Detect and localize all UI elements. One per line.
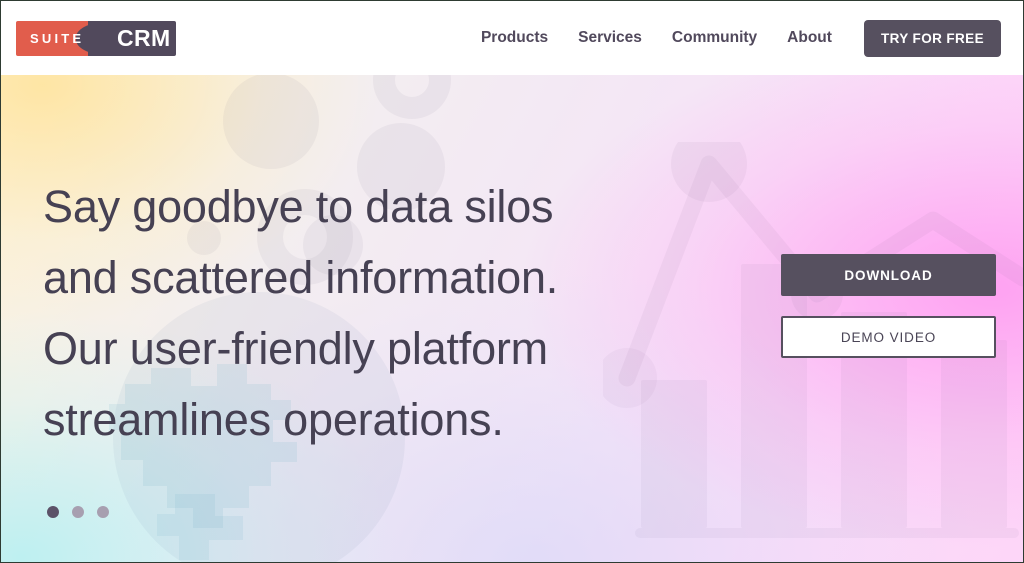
carousel-dot-2[interactable] [72, 506, 84, 518]
nav-item-products[interactable]: Products [481, 29, 548, 47]
logo-crm-text: CRM [117, 25, 171, 51]
main-navigation: Products Services Community About TRY FO… [481, 1, 1001, 75]
nav-item-about[interactable]: About [787, 29, 832, 47]
hero-action-buttons: DOWNLOAD DEMO VIDEO [781, 254, 996, 358]
page-root: SUITE CRM Products Services Community Ab… [0, 0, 1024, 563]
try-for-free-button[interactable]: TRY FOR FREE [863, 19, 1001, 57]
hero-banner: Say goodbye to data silos and scattered … [1, 75, 1023, 562]
carousel-dot-3[interactable] [97, 506, 109, 518]
suitecrm-logo[interactable]: SUITE CRM [16, 21, 176, 56]
site-header: SUITE CRM Products Services Community Ab… [1, 1, 1023, 75]
demo-video-button[interactable]: DEMO VIDEO [781, 316, 996, 358]
nav-item-community[interactable]: Community [672, 29, 757, 47]
hero-headline: Say goodbye to data silos and scattered … [43, 181, 559, 445]
nav-item-services[interactable]: Services [578, 29, 642, 47]
carousel-dots [47, 506, 109, 518]
hero-content: Say goodbye to data silos and scattered … [1, 75, 1023, 562]
logo-suite-text: SUITE [30, 31, 85, 46]
carousel-dot-1[interactable] [47, 506, 59, 518]
download-button[interactable]: DOWNLOAD [781, 254, 996, 296]
